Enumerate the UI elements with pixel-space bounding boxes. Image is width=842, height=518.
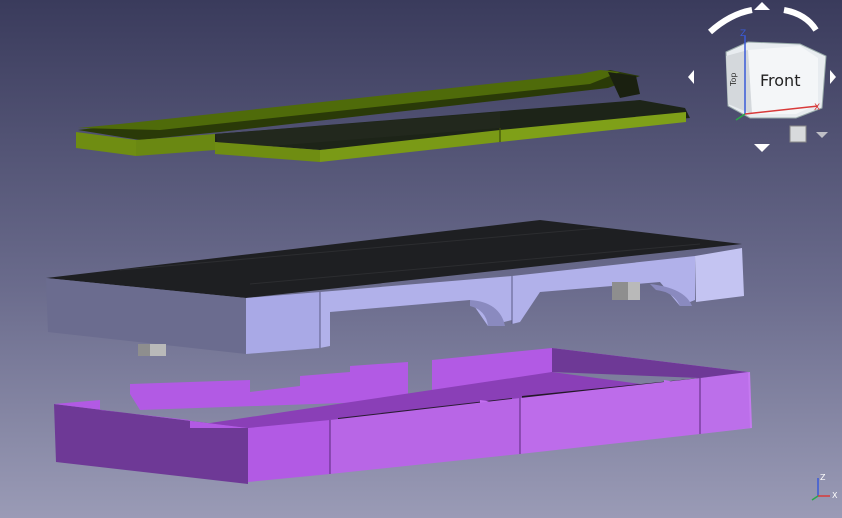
pan-down-icon[interactable] [754, 144, 770, 152]
navigation-cube[interactable]: Z X Front Top [688, 2, 836, 152]
navcube-front-face[interactable]: Front [760, 71, 800, 90]
triad-x-label: X [832, 491, 838, 500]
navcube-y-axis [735, 113, 746, 121]
3d-viewport[interactable]: Z X Front Top Z X [0, 0, 842, 518]
rotate-right-icon[interactable] [783, 7, 819, 32]
navcube-x-label: X [814, 103, 820, 113]
middle-body-part[interactable] [46, 220, 744, 356]
axis-triad: Z X [811, 473, 838, 501]
triad-z-label: Z [820, 473, 826, 482]
bottom-tray-part[interactable] [54, 348, 752, 484]
navcube-side-face[interactable]: Top [729, 73, 738, 88]
pan-right-icon[interactable] [830, 70, 836, 84]
top-cover-part[interactable] [76, 70, 690, 162]
view-menu-cube-icon[interactable] [789, 125, 807, 143]
navcube-z-label: Z [740, 29, 746, 39]
pan-up-icon[interactable] [754, 2, 770, 10]
pan-left-icon[interactable] [688, 70, 694, 84]
view-menu-dropdown-icon[interactable] [816, 132, 828, 138]
